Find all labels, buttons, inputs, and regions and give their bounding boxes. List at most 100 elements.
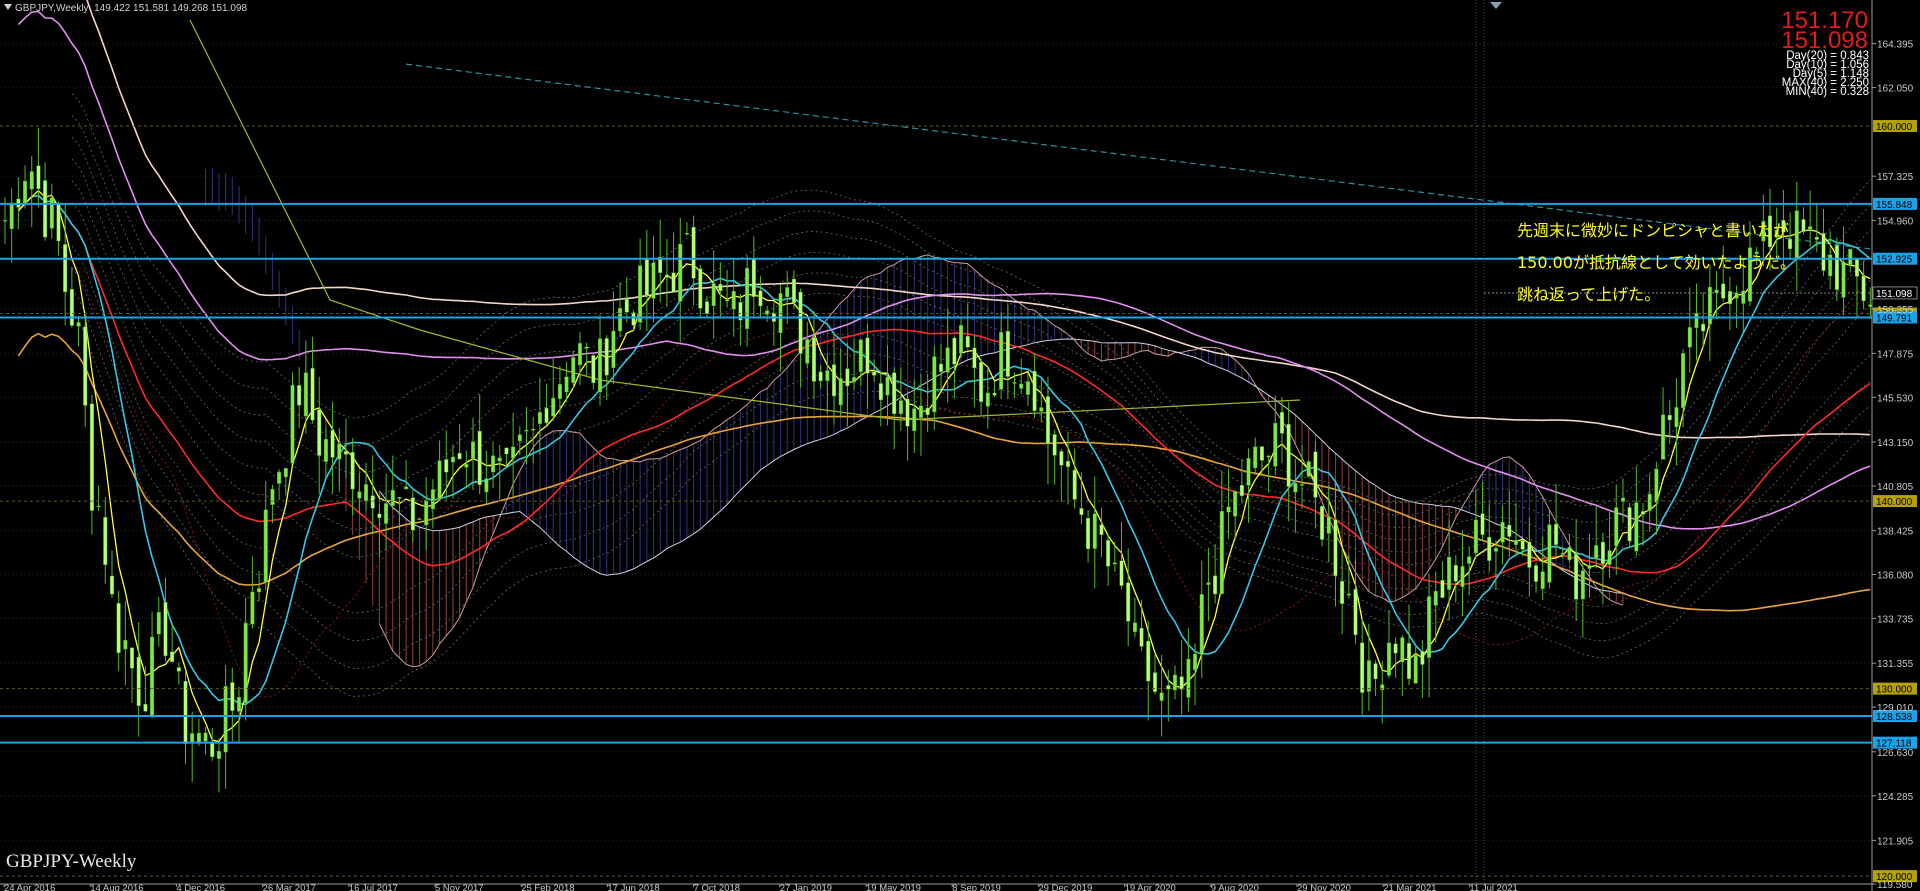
candle-body bbox=[1052, 434, 1057, 456]
candle-body bbox=[323, 439, 328, 462]
price-chart[interactable]: 160.000155.848152.925151.098150.000149.7… bbox=[0, 0, 1920, 891]
candle-body bbox=[457, 453, 462, 460]
candle-body bbox=[96, 505, 101, 508]
candle-body bbox=[484, 478, 489, 493]
candle-body bbox=[858, 339, 863, 372]
candle-body bbox=[49, 197, 54, 229]
candle-body bbox=[624, 298, 629, 313]
candle-body bbox=[1440, 580, 1445, 598]
price-axis: 164.395 162.050 157.325 154.960 150.255 147.8… bbox=[1871, 0, 1914, 891]
candle-body bbox=[103, 516, 108, 566]
time-axis: 24 Apr 2016 14 Aug 2016 4 Dec 2016 26 Mar 2… bbox=[0, 2, 1872, 891]
candle-body bbox=[1099, 524, 1104, 535]
candle-body bbox=[1687, 327, 1692, 348]
candle-body bbox=[691, 226, 696, 279]
candle-body bbox=[410, 497, 415, 531]
candle-body bbox=[230, 682, 235, 711]
candle-body bbox=[1219, 511, 1224, 594]
candle-body bbox=[979, 361, 984, 402]
candle-body bbox=[176, 667, 181, 672]
candle-body bbox=[644, 258, 649, 296]
candle-body bbox=[1273, 422, 1278, 467]
candle-body bbox=[471, 441, 476, 459]
candle-body bbox=[511, 446, 516, 459]
candle-body bbox=[1447, 556, 1452, 590]
candle-body bbox=[1714, 289, 1719, 293]
candle-body bbox=[263, 509, 268, 583]
candle-body bbox=[1012, 382, 1017, 384]
candle-body bbox=[1554, 523, 1559, 545]
candle-body bbox=[1186, 658, 1191, 698]
candle-body bbox=[925, 407, 930, 415]
candle-body bbox=[1092, 513, 1097, 549]
candle-body bbox=[36, 165, 41, 189]
x-tick-label: 19 May 2019 bbox=[866, 883, 921, 891]
candle-body bbox=[1226, 506, 1231, 513]
candle-body bbox=[972, 347, 977, 369]
candle-body bbox=[236, 697, 241, 712]
y-tick-label: 138.425 bbox=[1877, 527, 1914, 538]
candle-body bbox=[564, 376, 569, 393]
candle-body bbox=[130, 647, 135, 669]
ask-price: 151.098 bbox=[1781, 27, 1868, 54]
y-tick-label: 157.325 bbox=[1877, 172, 1914, 183]
candle-body bbox=[838, 378, 843, 406]
y-tick-label: 136.080 bbox=[1877, 571, 1914, 582]
candle-body bbox=[571, 357, 576, 383]
y-tick-label: 140.805 bbox=[1877, 482, 1914, 493]
candle-body bbox=[23, 180, 28, 206]
stat-min40: MIN(40) = 0.328 bbox=[1785, 86, 1869, 98]
candle-body bbox=[745, 267, 750, 329]
level-label: 140.000 bbox=[1876, 497, 1913, 508]
candle-body bbox=[885, 376, 890, 396]
candle-body bbox=[805, 339, 810, 364]
candle-body bbox=[1861, 275, 1866, 302]
candle-body bbox=[437, 460, 442, 499]
candle-body bbox=[143, 703, 148, 712]
y-tick-label: 164.395 bbox=[1877, 40, 1914, 51]
y-tick-label: 145.530 bbox=[1877, 393, 1914, 404]
candle-body bbox=[918, 405, 923, 418]
candle-body bbox=[1701, 323, 1706, 332]
candle-body bbox=[1808, 226, 1813, 230]
candle-body bbox=[156, 612, 161, 635]
candle-body bbox=[591, 355, 596, 384]
candle-body bbox=[1640, 511, 1645, 515]
candle-body bbox=[905, 398, 910, 427]
candle-body bbox=[1159, 692, 1164, 701]
y-tick-label: 150.255 bbox=[1877, 305, 1914, 316]
candle-body bbox=[1246, 458, 1251, 486]
candle-body bbox=[1667, 414, 1672, 421]
candle-body bbox=[343, 451, 348, 455]
y-tick-label: 126.630 bbox=[1877, 748, 1914, 759]
candle-body bbox=[865, 337, 870, 374]
candle-body bbox=[1079, 508, 1084, 515]
candle-body bbox=[1420, 651, 1425, 665]
candle-body bbox=[611, 330, 616, 368]
chevron-down-icon[interactable] bbox=[4, 4, 12, 10]
candle-body bbox=[1594, 545, 1599, 559]
candle-body bbox=[136, 656, 141, 706]
candle-body bbox=[791, 278, 796, 303]
candle-body bbox=[698, 268, 703, 309]
candle-body bbox=[397, 497, 402, 499]
candle-body bbox=[464, 463, 469, 468]
candle-body bbox=[1607, 550, 1612, 565]
candle-body bbox=[424, 500, 429, 526]
candle-body bbox=[892, 372, 897, 415]
candle-body bbox=[109, 575, 114, 595]
candle-body bbox=[1520, 540, 1525, 550]
candle-body bbox=[965, 336, 970, 348]
candle-body bbox=[290, 385, 295, 464]
candle-body bbox=[1801, 219, 1806, 232]
y-tick-label: 162.050 bbox=[1877, 84, 1914, 95]
candle-body bbox=[277, 471, 282, 484]
y-tick-label: 143.150 bbox=[1877, 438, 1914, 449]
candle-body bbox=[1213, 575, 1218, 595]
level-label: 130.000 bbox=[1876, 685, 1913, 696]
candle-body bbox=[1032, 370, 1037, 411]
y-tick-label: 129.010 bbox=[1877, 703, 1914, 714]
period-marker-icon bbox=[1490, 2, 1502, 9]
candle-body bbox=[63, 244, 68, 293]
x-tick-label: 27 Jan 2019 bbox=[780, 883, 832, 891]
